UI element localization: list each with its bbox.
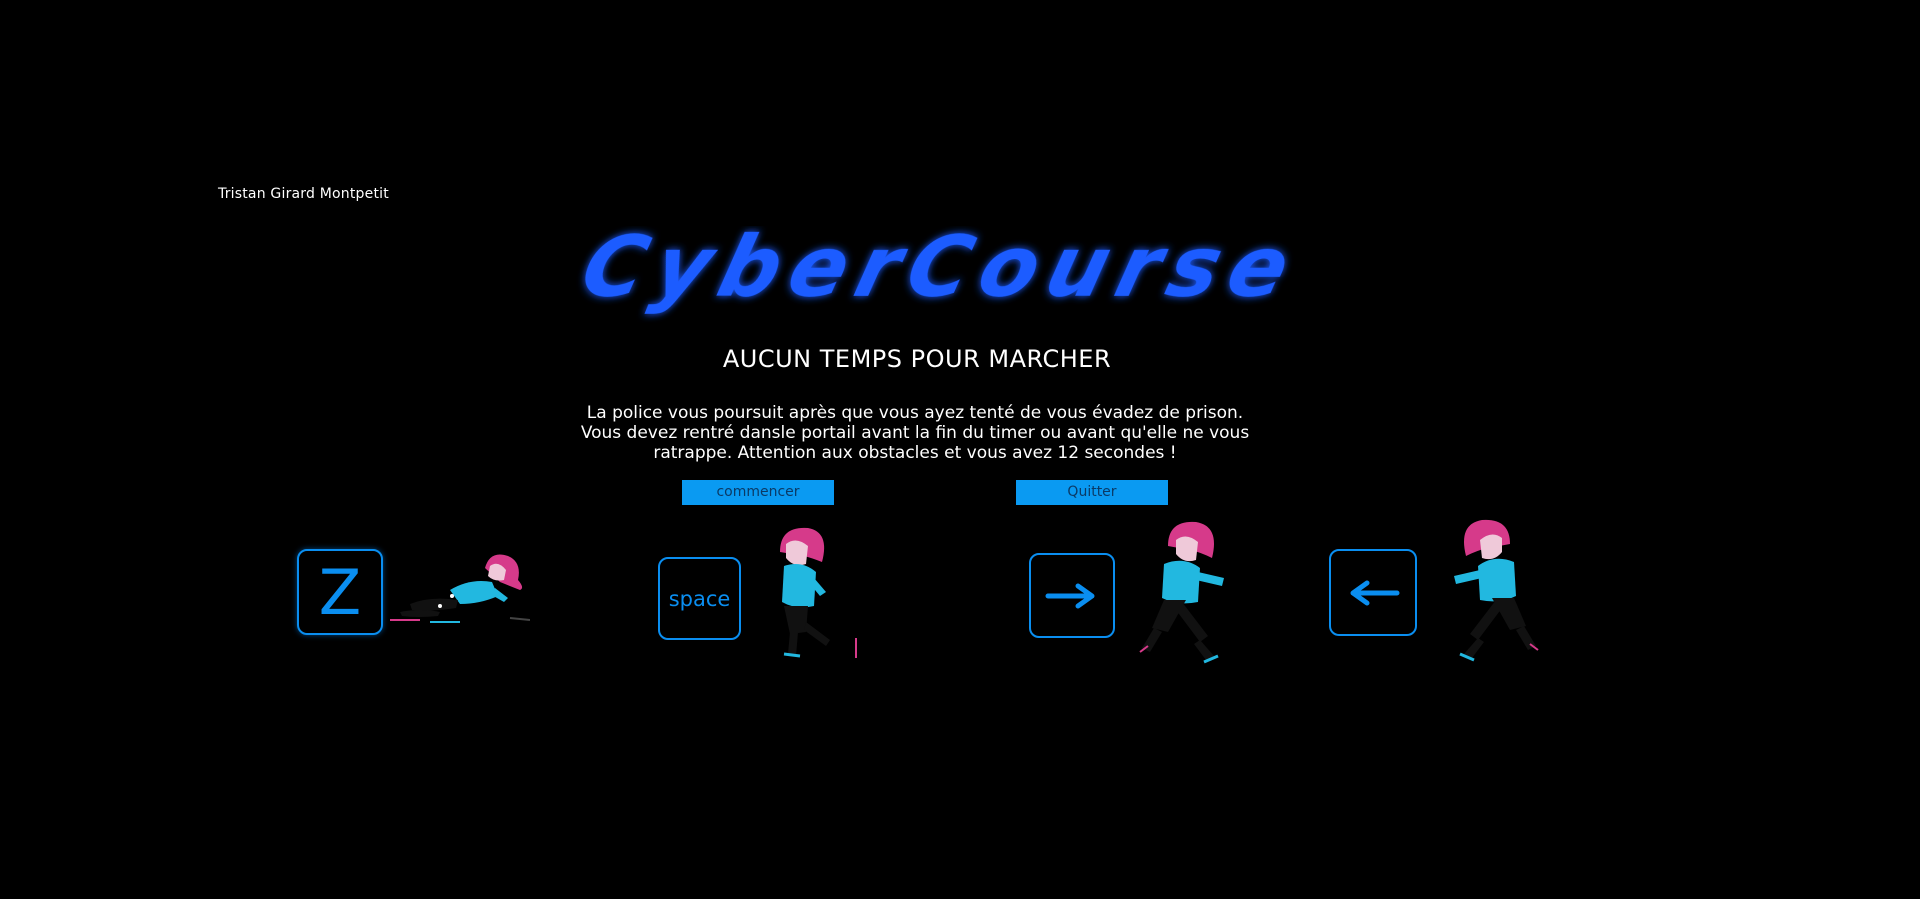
space-key-label: space [668, 586, 731, 611]
z-key-label: Z [318, 555, 362, 629]
space-key-icon: space [658, 557, 741, 640]
jump-character-icon [780, 527, 857, 658]
right-arrow-key-icon [1029, 553, 1115, 638]
slide-character-icon [390, 554, 530, 623]
game-description: La police vous poursuit après que vous a… [580, 403, 1250, 463]
run-right-character-icon [1139, 521, 1224, 664]
game-logo: CyberCourse [572, 226, 1309, 317]
game-tagline: AUCUN TEMPS POUR MARCHER [722, 345, 1112, 373]
left-arrow-key-icon [1329, 549, 1417, 636]
quit-button[interactable]: Quitter [1016, 480, 1168, 505]
left-arrow-icon [1350, 580, 1400, 605]
author-credit: Tristan Girard Montpetit [218, 186, 389, 202]
z-key-icon: Z [297, 549, 383, 635]
right-arrow-icon [1045, 583, 1095, 608]
start-button[interactable]: commencer [682, 480, 834, 505]
game-logo-text: CyberCourse [572, 226, 1309, 317]
run-left-character-icon [1454, 519, 1539, 662]
